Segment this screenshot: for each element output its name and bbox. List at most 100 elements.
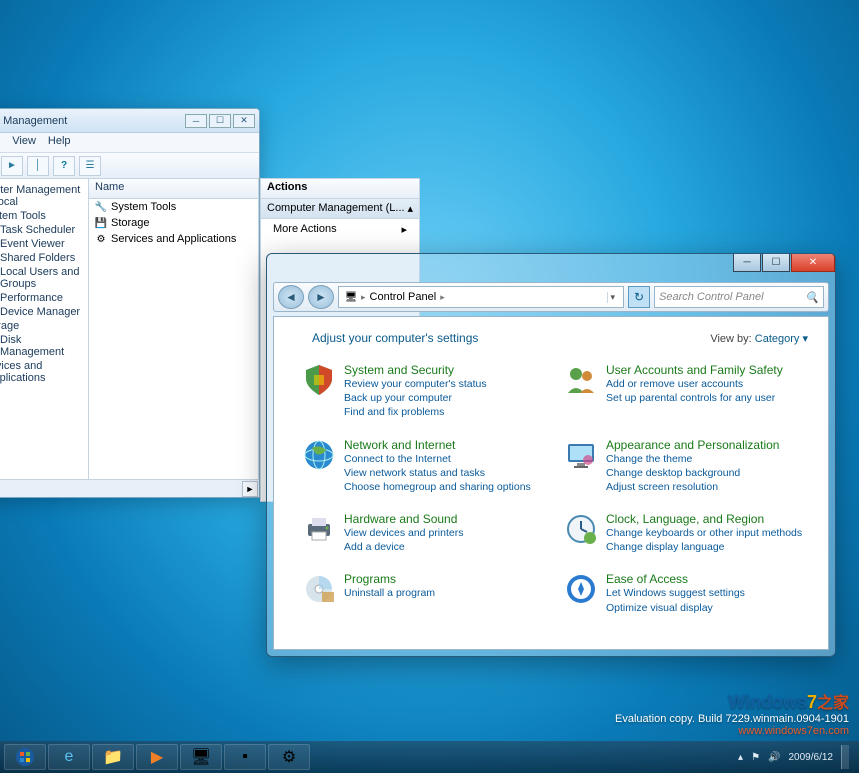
maximize-button[interactable]: ☐: [209, 114, 231, 128]
more-actions[interactable]: More Actions▸: [261, 219, 419, 240]
maximize-button[interactable]: ☐: [762, 254, 790, 272]
taskbar-item-media[interactable]: ▶: [136, 744, 178, 770]
taskbar-item-cp[interactable]: ⚙: [268, 744, 310, 770]
category-sublink[interactable]: Adjust screen resolution: [606, 480, 779, 494]
chevron-down-icon[interactable]: ▾: [607, 292, 617, 303]
toolbar-btn[interactable]: ☰: [79, 156, 101, 176]
category-sublink[interactable]: Find and fix problems: [344, 405, 487, 419]
category-item: Network and InternetConnect to the Inter…: [294, 432, 556, 501]
category-title[interactable]: System and Security: [344, 363, 487, 377]
view-by-dropdown[interactable]: Category ▾: [755, 333, 808, 345]
list-item[interactable]: 🔧System Tools: [89, 199, 258, 215]
breadcrumb-segment[interactable]: Control Panel: [370, 291, 437, 303]
terminal-icon: ▪: [242, 748, 248, 766]
tree-root[interactable]: 🖥puter Management (Local: [0, 183, 86, 209]
chevron-right-icon[interactable]: ▸: [361, 292, 366, 303]
search-input[interactable]: Search Control Panel 🔍: [654, 286, 824, 308]
tree-system-tools[interactable]: 🔧ystem Tools: [0, 209, 86, 223]
nav-forward-button[interactable]: ►: [308, 285, 334, 309]
search-icon: 🔍: [805, 291, 819, 304]
menu-view[interactable]: View: [12, 135, 36, 150]
ie-icon: e: [65, 748, 74, 766]
cp-titlebar[interactable]: ─ ☐ ✕: [267, 254, 835, 282]
help-icon[interactable]: ?: [53, 156, 75, 176]
column-header-name[interactable]: Name: [89, 179, 258, 199]
tree-item[interactable]: ⏱Task Scheduler: [0, 223, 86, 237]
tree-item[interactable]: 📊Performance: [0, 291, 86, 305]
tree-item[interactable]: 📂Shared Folders: [0, 251, 86, 265]
flag-icon[interactable]: ⚑: [751, 752, 760, 763]
category-sublink[interactable]: View network status and tasks: [344, 466, 531, 480]
forward-icon[interactable]: ►: [1, 156, 23, 176]
minimize-button[interactable]: ─: [733, 254, 761, 272]
cp-navbar: ◄ ► 🖥 ▸ Control Panel ▸ ▾ ↻ Search Contr…: [273, 282, 829, 312]
horizontal-scrollbar[interactable]: ◄ ►: [0, 479, 259, 497]
taskbar: e 📁 ▶ 🖥 ▪ ⚙ ▴ ⚑ 🔊 2009/6/12: [0, 741, 859, 773]
toolbar-separator: │: [27, 156, 49, 176]
actions-group[interactable]: Computer Management (L...▴: [261, 199, 419, 219]
category-icon: [564, 438, 598, 472]
mgmt-tree: 🖥puter Management (Local 🔧ystem Tools ⏱T…: [0, 179, 89, 497]
mgmt-title: puter Management: [0, 115, 67, 127]
taskbar-item-mgmt[interactable]: 🖥: [180, 744, 222, 770]
category-sublink[interactable]: Change desktop background: [606, 466, 779, 480]
category-title[interactable]: Hardware and Sound: [344, 512, 463, 526]
tree-item[interactable]: 📋Event Viewer: [0, 237, 86, 251]
category-title[interactable]: User Accounts and Family Safety: [606, 363, 783, 377]
category-sublink[interactable]: Choose homegroup and sharing options: [344, 480, 531, 494]
taskbar-item-ie[interactable]: e: [48, 744, 90, 770]
cp-body: Adjust your computer's settings View by:…: [273, 316, 829, 650]
computer-management-window: puter Management ─ ☐ ✕ ction View Help ◄…: [0, 108, 260, 498]
category-sublink[interactable]: Review your computer's status: [344, 377, 487, 391]
category-sublink[interactable]: Change the theme: [606, 452, 779, 466]
nav-back-button[interactable]: ◄: [278, 285, 304, 309]
menu-help[interactable]: Help: [48, 135, 71, 150]
start-button[interactable]: [4, 744, 46, 770]
category-sublink[interactable]: Set up parental controls for any user: [606, 391, 783, 405]
minimize-button[interactable]: ─: [185, 114, 207, 128]
refresh-button[interactable]: ↻: [628, 286, 650, 308]
system-tray: ▴ ⚑ 🔊 2009/6/12: [738, 745, 855, 769]
category-sublink[interactable]: View devices and printers: [344, 526, 463, 540]
category-title[interactable]: Programs: [344, 572, 435, 586]
scroll-right-icon[interactable]: ►: [242, 481, 258, 497]
tree-item[interactable]: 👥Local Users and Groups: [0, 265, 86, 291]
show-desktop-button[interactable]: [841, 745, 849, 769]
category-sublink[interactable]: Back up your computer: [344, 391, 487, 405]
category-sublink[interactable]: Add a device: [344, 540, 463, 554]
category-sublink[interactable]: Change display language: [606, 540, 802, 554]
taskbar-item-explorer[interactable]: 📁: [92, 744, 134, 770]
category-sublink[interactable]: Add or remove user accounts: [606, 377, 783, 391]
tree-storage[interactable]: 💾torage: [0, 319, 86, 333]
list-item-icon: 💾: [95, 217, 107, 229]
category-icon: [564, 512, 598, 546]
category-sublink[interactable]: Let Windows suggest settings: [606, 586, 745, 600]
close-button[interactable]: ✕: [791, 254, 835, 272]
breadcrumb[interactable]: 🖥 ▸ Control Panel ▸ ▾: [338, 286, 624, 308]
category-item: User Accounts and Family SafetyAdd or re…: [556, 357, 818, 426]
category-sublink[interactable]: Connect to the Internet: [344, 452, 531, 466]
collapse-icon: ▴: [407, 202, 413, 215]
mgmt-titlebar[interactable]: puter Management ─ ☐ ✕: [0, 109, 259, 133]
volume-icon[interactable]: 🔊: [768, 752, 780, 763]
taskbar-item-cmd[interactable]: ▪: [224, 744, 266, 770]
category-item: ProgramsUninstall a program: [294, 566, 556, 620]
category-sublink[interactable]: Uninstall a program: [344, 586, 435, 600]
list-item[interactable]: 💾Storage: [89, 215, 258, 231]
category-item: Clock, Language, and RegionChange keyboa…: [556, 506, 818, 560]
category-title[interactable]: Ease of Access: [606, 572, 745, 586]
list-item[interactable]: ⚙Services and Applications: [89, 231, 258, 247]
tree-item[interactable]: 🔌Device Manager: [0, 305, 86, 319]
chevron-right-icon[interactable]: ▸: [440, 292, 445, 303]
category-sublink[interactable]: Optimize visual display: [606, 601, 745, 615]
category-title[interactable]: Network and Internet: [344, 438, 531, 452]
category-title[interactable]: Appearance and Personalization: [606, 438, 779, 452]
tray-clock[interactable]: 2009/6/12: [789, 752, 834, 763]
tray-up-icon[interactable]: ▴: [738, 752, 743, 763]
category-sublink[interactable]: Change keyboards or other input methods: [606, 526, 802, 540]
mgmt-list: Name 🔧System Tools💾Storage⚙Services and …: [89, 179, 259, 497]
tree-item[interactable]: 💽Disk Management: [0, 333, 86, 359]
tree-services[interactable]: ⚙ervices and Applications: [0, 359, 86, 385]
close-button[interactable]: ✕: [233, 114, 255, 128]
category-title[interactable]: Clock, Language, and Region: [606, 512, 802, 526]
